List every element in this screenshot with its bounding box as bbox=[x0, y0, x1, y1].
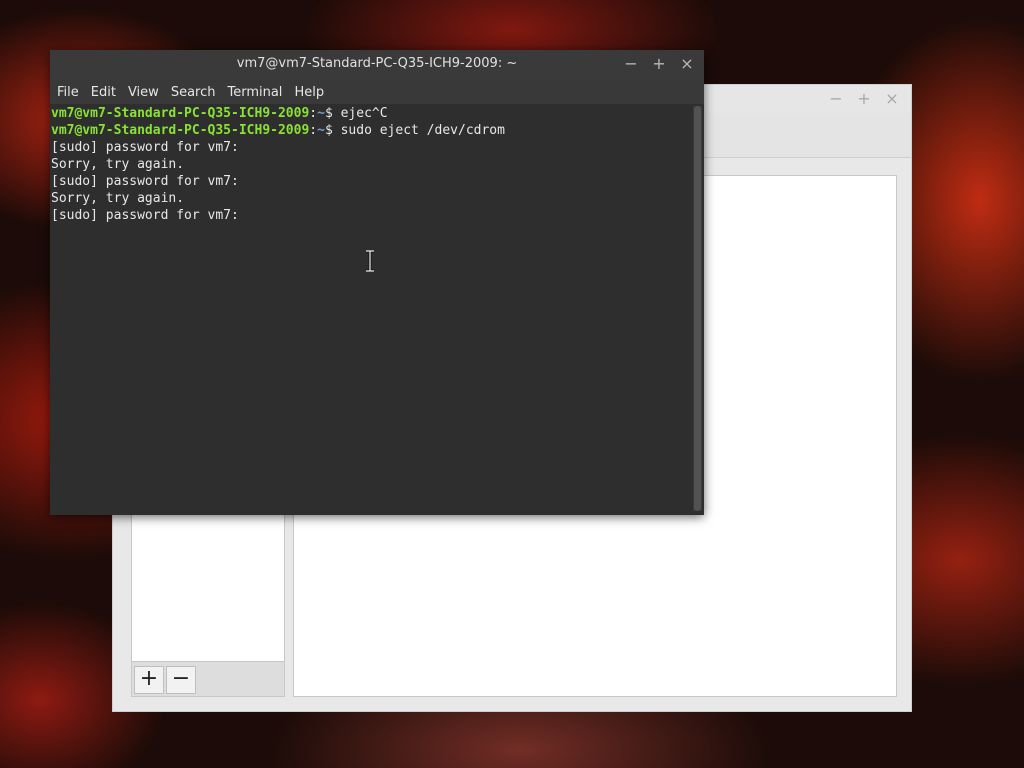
list-actions-bar: + − bbox=[132, 661, 284, 696]
terminal-line: [sudo] password for vm7: bbox=[51, 208, 239, 223]
prompt-user: vm7@vm7-Standard-PC-Q35-ICH9-2009 bbox=[51, 123, 310, 138]
menu-search[interactable]: Search bbox=[165, 85, 222, 100]
remove-button[interactable]: − bbox=[166, 666, 196, 694]
terminal-window[interactable]: vm7@vm7-Standard-PC-Q35-ICH9-2009: ~ − +… bbox=[50, 50, 704, 515]
terminal-line: Sorry, try again. bbox=[51, 157, 185, 172]
close-button[interactable]: × bbox=[883, 89, 901, 108]
command-text: $ sudo eject /dev/cdrom bbox=[324, 123, 505, 138]
menu-edit[interactable]: Edit bbox=[85, 85, 122, 100]
terminal-output[interactable]: vm7@vm7-Standard-PC-Q35-ICH9-2009:~$ eje… bbox=[51, 104, 690, 515]
prompt-path: ~ bbox=[317, 106, 325, 121]
terminal-titlebar[interactable]: vm7@vm7-Standard-PC-Q35-ICH9-2009: ~ − +… bbox=[50, 50, 704, 80]
maximize-button[interactable]: + bbox=[650, 54, 668, 73]
terminal-window-controls: − + × bbox=[622, 54, 696, 73]
background-window-controls: − + × bbox=[827, 89, 901, 108]
close-button[interactable]: × bbox=[678, 54, 696, 73]
minimize-button[interactable]: − bbox=[622, 54, 640, 73]
prompt-separator: : bbox=[309, 123, 318, 138]
menu-terminal[interactable]: Terminal bbox=[221, 85, 288, 100]
terminal-line: Sorry, try again. bbox=[51, 191, 185, 206]
terminal-scrollbar[interactable] bbox=[693, 106, 702, 511]
prompt-path: ~ bbox=[317, 123, 325, 138]
window-title: vm7@vm7-Standard-PC-Q35-ICH9-2009: ~ bbox=[236, 56, 518, 71]
menu-file[interactable]: File bbox=[50, 85, 85, 100]
terminal-line: vm7@vm7-Standard-PC-Q35-ICH9-2009:~$ eje… bbox=[51, 105, 690, 122]
text-cursor-icon bbox=[366, 250, 374, 272]
scrollbar-thumb[interactable] bbox=[694, 106, 701, 511]
terminal-line: [sudo] password for vm7: bbox=[51, 174, 239, 189]
prompt-user: vm7@vm7-Standard-PC-Q35-ICH9-2009 bbox=[51, 106, 310, 121]
maximize-button[interactable]: + bbox=[855, 89, 873, 108]
minimize-button[interactable]: − bbox=[827, 89, 845, 108]
prompt-separator: : bbox=[309, 106, 318, 121]
menu-help[interactable]: Help bbox=[288, 85, 330, 100]
menu-bar: File Edit View Search Terminal Help bbox=[50, 80, 704, 104]
command-text: $ ejec^C bbox=[324, 106, 388, 121]
menu-view[interactable]: View bbox=[122, 85, 165, 100]
terminal-line: vm7@vm7-Standard-PC-Q35-ICH9-2009:~$ sud… bbox=[51, 122, 690, 139]
terminal-line: [sudo] password for vm7: bbox=[51, 140, 239, 155]
add-button[interactable]: + bbox=[134, 666, 164, 694]
